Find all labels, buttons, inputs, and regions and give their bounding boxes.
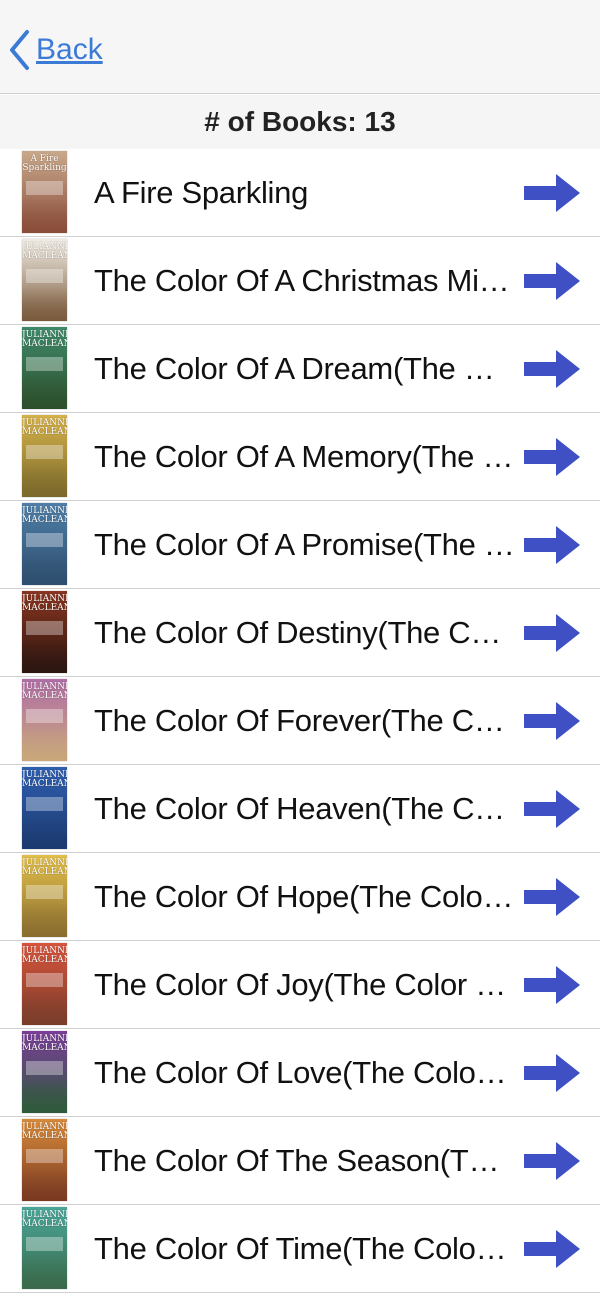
book-title: The Color Of A Promise(The Col...: [94, 527, 516, 562]
book-row[interactable]: JULIANNE MACLEAN The Color Of A Memory(Th…: [0, 413, 600, 501]
book-row[interactable]: JULIANNE MACLEAN The Color Of Heaven(The …: [0, 765, 600, 853]
cover-author-text: A Fire Sparkling: [22, 154, 67, 173]
book-title: The Color Of Love(The Color Of...: [94, 1055, 516, 1090]
book-title: The Color Of A Christmas Miracl...: [94, 263, 516, 298]
cover-scene: [22, 375, 67, 409]
cover-scene: [22, 1079, 67, 1113]
arrow-right-icon[interactable]: [522, 699, 582, 743]
book-title: The Color Of Hope(The Color Of...: [94, 879, 516, 914]
cover-title-band: [26, 1149, 63, 1163]
arrow-right-icon[interactable]: [522, 963, 582, 1007]
book-cover-image: JULIANNE MACLEAN: [22, 679, 67, 761]
book-row[interactable]: JULIANNE MACLEAN The Color Of Hope(The Co…: [0, 853, 600, 941]
book-cover-image: A Fire Sparkling: [22, 151, 67, 233]
cover-scene: [22, 199, 67, 233]
arrow-right-icon[interactable]: [522, 611, 582, 655]
cover-scene: [22, 903, 67, 937]
cover-title-band: [26, 1237, 63, 1251]
cover-title-band: [26, 797, 63, 811]
book-title: The Color Of Destiny(The Color...: [94, 615, 516, 650]
arrow-right-icon[interactable]: [522, 259, 582, 303]
cover-title-band: [26, 1061, 63, 1075]
cover-author-text: JULIANNE MACLEAN: [22, 1210, 67, 1229]
book-row[interactable]: JULIANNE MACLEAN The Color Of A Dream(The…: [0, 325, 600, 413]
book-cover-image: JULIANNE MACLEAN: [22, 327, 67, 409]
book-cover-image: JULIANNE MACLEAN: [22, 1031, 67, 1113]
book-cover-image: JULIANNE MACLEAN: [22, 943, 67, 1025]
arrow-right-icon[interactable]: [522, 523, 582, 567]
cover-title-band: [26, 445, 63, 459]
book-row[interactable]: A Fire Sparkling A Fire Sparkling: [0, 149, 600, 237]
book-cover-image: JULIANNE MACLEAN: [22, 767, 67, 849]
book-row[interactable]: JULIANNE MACLEAN The Color Of Time(The Co…: [0, 1205, 600, 1293]
cover-title-band: [26, 885, 63, 899]
book-cover-image: JULIANNE MACLEAN: [22, 239, 67, 321]
cover-scene: [22, 991, 67, 1025]
cover-author-text: JULIANNE MACLEAN: [22, 946, 67, 965]
cover-author-text: JULIANNE MACLEAN: [22, 770, 67, 789]
arrow-right-icon[interactable]: [522, 1227, 582, 1271]
arrow-right-icon[interactable]: [522, 435, 582, 479]
book-cover-image: JULIANNE MACLEAN: [22, 591, 67, 673]
cover-author-text: JULIANNE MACLEAN: [22, 1122, 67, 1141]
cover-author-text: JULIANNE MACLEAN: [22, 418, 67, 437]
book-row[interactable]: JULIANNE MACLEAN The Color Of A Christmas…: [0, 237, 600, 325]
cover-author-text: JULIANNE MACLEAN: [22, 506, 67, 525]
book-row[interactable]: JULIANNE MACLEAN The Color Of Destiny(The…: [0, 589, 600, 677]
arrow-right-icon[interactable]: [522, 787, 582, 831]
cover-title-band: [26, 269, 63, 283]
book-row[interactable]: JULIANNE MACLEAN The Color Of Love(The Co…: [0, 1029, 600, 1117]
book-row[interactable]: JULIANNE MACLEAN The Color Of The Season(…: [0, 1117, 600, 1205]
arrow-right-icon[interactable]: [522, 347, 582, 391]
cover-author-text: JULIANNE MACLEAN: [22, 594, 67, 613]
arrow-right-icon[interactable]: [522, 1139, 582, 1183]
book-title: The Color Of Time(The Color Of...: [94, 1231, 516, 1266]
cover-title-band: [26, 357, 63, 371]
cover-scene: [22, 1167, 67, 1201]
book-title: A Fire Sparkling: [94, 175, 309, 210]
cover-title-band: [26, 181, 63, 195]
cover-scene: [22, 551, 67, 585]
arrow-right-icon[interactable]: [522, 171, 582, 215]
cover-author-text: JULIANNE MACLEAN: [22, 858, 67, 877]
arrow-right-icon[interactable]: [522, 1051, 582, 1095]
book-row[interactable]: JULIANNE MACLEAN The Color Of A Promise(T…: [0, 501, 600, 589]
book-cover-image: JULIANNE MACLEAN: [22, 415, 67, 497]
cover-title-band: [26, 533, 63, 547]
cover-author-text: JULIANNE MACLEAN: [22, 242, 67, 261]
book-cover-image: JULIANNE MACLEAN: [22, 503, 67, 585]
cover-scene: [22, 639, 67, 673]
cover-title-band: [26, 973, 63, 987]
book-title: The Color Of The Season(The C...: [94, 1143, 516, 1178]
book-title: The Color Of Heaven(The Color...: [94, 791, 516, 826]
book-title: The Color Of A Dream(The Color...: [94, 351, 516, 386]
book-cover-image: JULIANNE MACLEAN: [22, 1207, 67, 1289]
cover-author-text: JULIANNE MACLEAN: [22, 330, 67, 349]
cover-author-text: JULIANNE MACLEAN: [22, 1034, 67, 1053]
navigation-bar: Back: [0, 0, 600, 94]
arrow-right-icon[interactable]: [522, 875, 582, 919]
book-cover-image: JULIANNE MACLEAN: [22, 1119, 67, 1201]
cover-scene: [22, 463, 67, 497]
book-title: The Color Of Forever(The Color...: [94, 703, 516, 738]
cover-scene: [22, 815, 67, 849]
cover-title-band: [26, 709, 63, 723]
cover-scene: [22, 287, 67, 321]
book-title: The Color Of A Memory(The Col...: [94, 439, 516, 474]
cover-scene: [22, 727, 67, 761]
book-count-header: # of Books: 13: [0, 95, 600, 149]
book-row[interactable]: JULIANNE MACLEAN The Color Of Joy(The Col…: [0, 941, 600, 1029]
book-title: The Color Of Joy(The Color Of H...: [94, 967, 516, 1002]
book-cover-image: JULIANNE MACLEAN: [22, 855, 67, 937]
book-list: A Fire Sparkling A Fire Sparkling JULIANNE…: [0, 149, 600, 1293]
back-label: Back: [36, 33, 103, 66]
cover-author-text: JULIANNE MACLEAN: [22, 682, 67, 701]
cover-scene: [22, 1255, 67, 1289]
book-row[interactable]: JULIANNE MACLEAN The Color Of Forever(The…: [0, 677, 600, 765]
back-button[interactable]: Back: [8, 26, 103, 74]
cover-title-band: [26, 621, 63, 635]
chevron-left-icon: [8, 29, 30, 71]
